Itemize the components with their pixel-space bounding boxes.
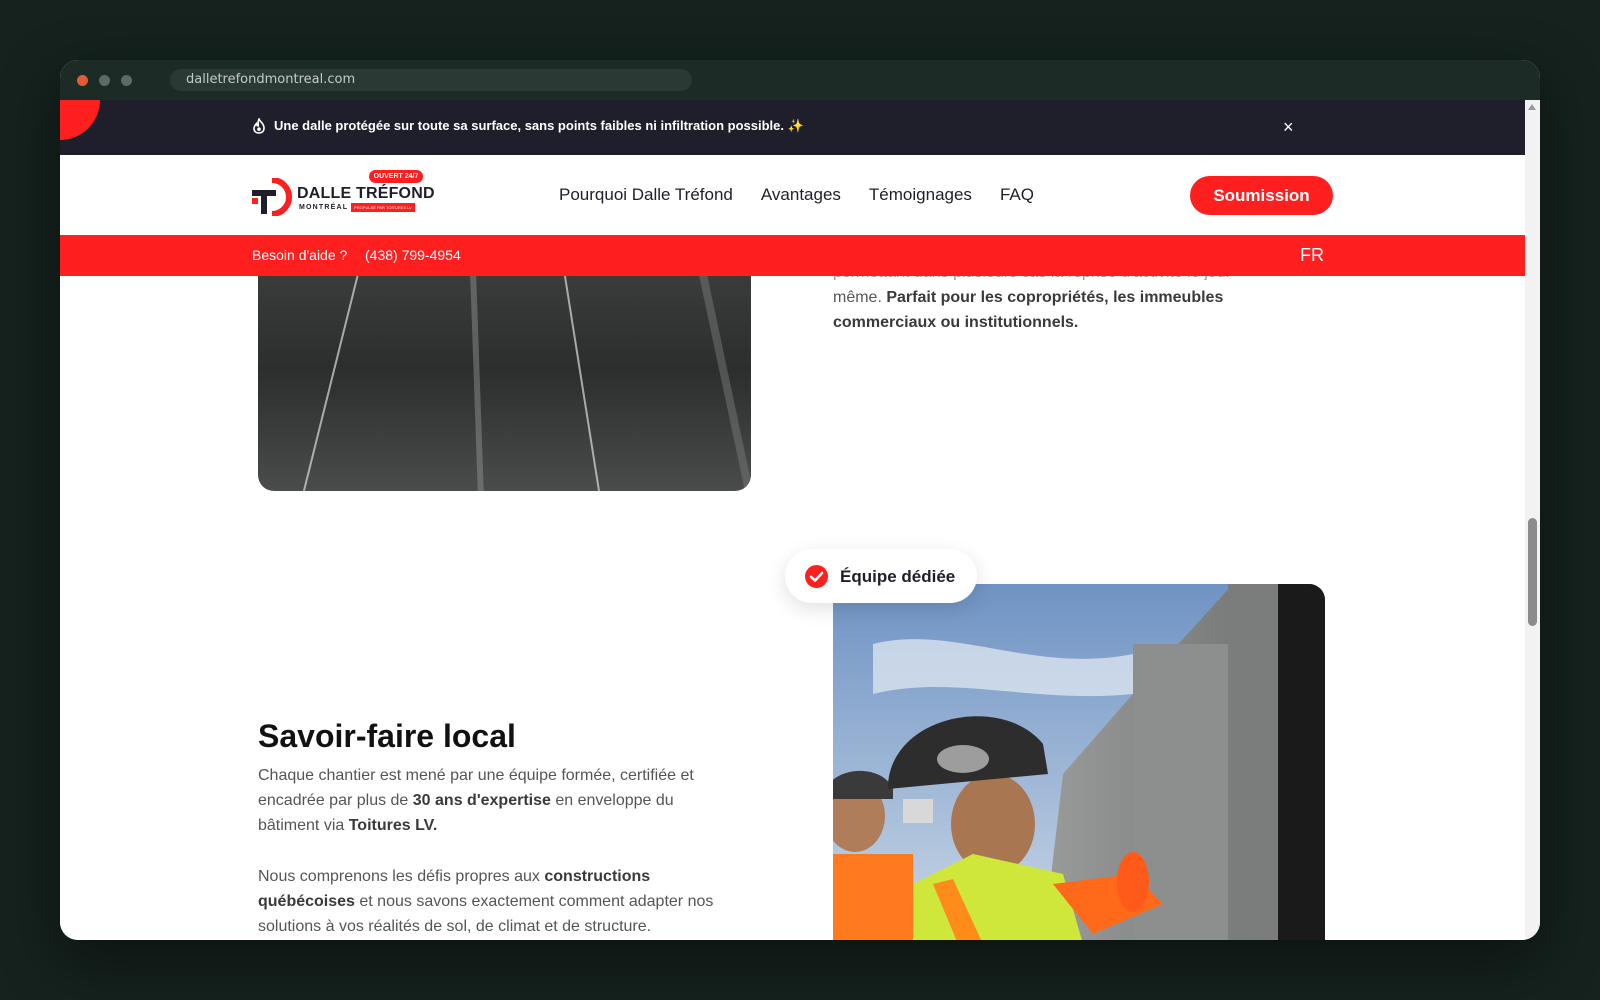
section-title: Savoir-faire local	[258, 718, 516, 754]
phone-link[interactable]: (438) 799-4954	[365, 247, 461, 263]
workers-photo	[833, 584, 1325, 940]
scroll-thumb[interactable]	[1528, 518, 1537, 626]
page-viewport: permettant dans plusieurs cas la reprise…	[60, 100, 1525, 940]
logo-title: DALLE TRÉFOND	[297, 185, 435, 202]
section1-text-bold: Parfait pour les copropriétés, les immeu…	[833, 289, 1224, 331]
promo-message: Une dalle protégée sur toute sa surface,…	[252, 118, 804, 134]
section1-paragraph: même. Parfait pour les copropriétés, les…	[833, 285, 1303, 335]
logo-tagline: PROPULSÉ PAR TOITURES LV	[351, 203, 415, 212]
nav-item-avantages[interactable]: Avantages	[761, 185, 841, 205]
dedicated-team-badge: Équipe dédiée	[785, 549, 977, 603]
main-nav: Pourquoi Dalle Tréfond Avantages Témoign…	[559, 185, 1034, 205]
close-window-dot[interactable]	[77, 75, 88, 86]
maximize-window-dot[interactable]	[121, 75, 132, 86]
section2-paragraph-2: Nous comprenons les défis propres aux co…	[258, 864, 738, 939]
section1-text-start: même.	[833, 289, 887, 306]
p1-text-bold-2: Toitures LV.	[348, 817, 438, 834]
decorative-blob	[60, 100, 100, 140]
help-label: Besoin d'aide ?	[252, 247, 348, 263]
p2-text-a: Nous comprenons les défis propres aux	[258, 868, 545, 885]
browser-titlebar: dalletrefondmontreal.com	[60, 60, 1540, 100]
nav-item-faq[interactable]: FAQ	[1000, 185, 1034, 205]
logo-mark-icon	[252, 177, 294, 221]
address-bar[interactable]: dalletrefondmontreal.com	[170, 69, 692, 91]
language-switch[interactable]: FR	[1300, 245, 1324, 266]
badge-label: Équipe dédiée	[840, 567, 956, 586]
scroll-up-arrow-icon[interactable]	[1528, 104, 1536, 110]
site-logo[interactable]: DALLE TRÉFOND MONTRÉAL PROPULSÉ PAR TOIT…	[252, 170, 435, 221]
minimize-window-dot[interactable]	[99, 75, 110, 86]
browser-window: dalletrefondmontreal.com permettant dans…	[60, 60, 1540, 940]
promo-text: Une dalle protégée sur toute sa surface,…	[274, 118, 804, 133]
nav-item-pourquoi[interactable]: Pourquoi Dalle Tréfond	[559, 185, 733, 205]
flame-icon	[252, 118, 266, 134]
close-icon[interactable]: ×	[1283, 117, 1294, 137]
workers-photo-illustration	[833, 584, 1325, 940]
open-247-badge: OUVERT 24/7	[369, 170, 423, 183]
promo-banner: Une dalle protégée sur toute sa surface,…	[60, 100, 1525, 155]
nav-item-temoignages[interactable]: Témoignages	[869, 185, 972, 205]
membrane-photo	[258, 270, 751, 491]
submission-button[interactable]: Soumission	[1190, 176, 1333, 215]
logo-subtitle: MONTRÉAL	[299, 204, 349, 211]
help-bar: Besoin d'aide ? (438) 799-4954 FR	[60, 235, 1525, 276]
site-header: DALLE TRÉFOND MONTRÉAL PROPULSÉ PAR TOIT…	[60, 155, 1525, 235]
page-scrollbar[interactable]	[1525, 100, 1540, 940]
p1-text-bold-1: 30 ans d'expertise	[412, 792, 551, 809]
section2-body: Chaque chantier est mené par une équipe …	[258, 763, 738, 940]
check-circle-icon	[805, 565, 828, 593]
section2-paragraph-1: Chaque chantier est mené par une équipe …	[258, 763, 738, 838]
